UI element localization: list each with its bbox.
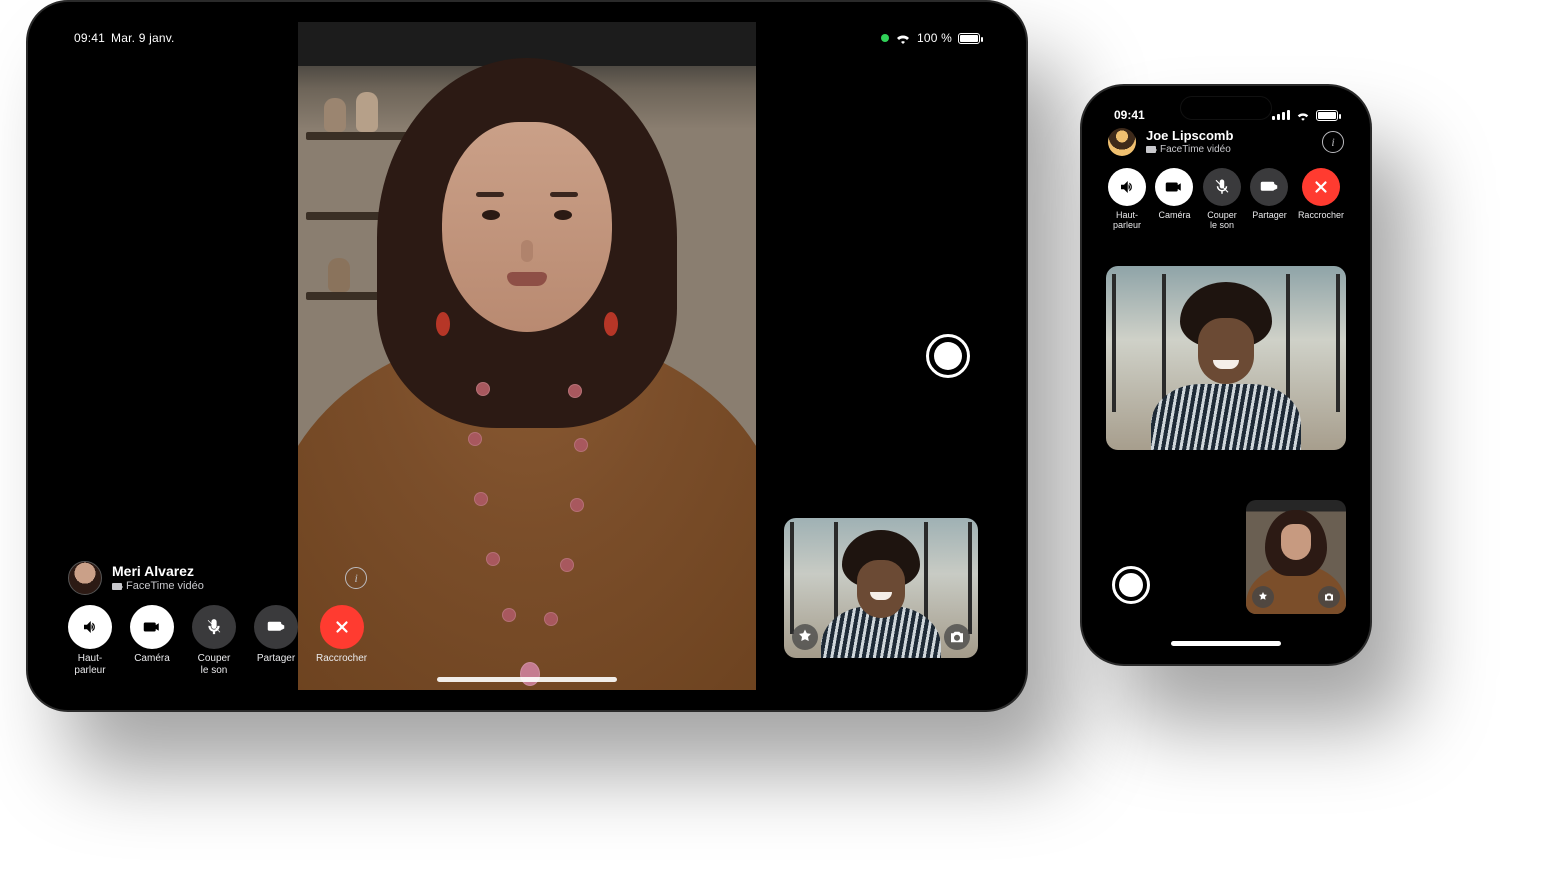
caller-name: Joe Lipscomb	[1146, 128, 1233, 144]
camera-label: Caméra	[1158, 210, 1190, 220]
battery-icon	[958, 33, 980, 44]
ipad-battery-text: 100 %	[917, 31, 952, 45]
share-label: Partager	[257, 653, 295, 665]
caller-avatar	[1108, 128, 1136, 156]
speaker-button[interactable]: Haut- parleur	[1108, 168, 1146, 231]
speaker-label: Haut- parleur	[74, 653, 105, 676]
mute-button[interactable]: Couper le son	[192, 605, 236, 676]
live-photo-button[interactable]	[926, 334, 970, 378]
mute-label: Couper le son	[1207, 210, 1237, 231]
ipad-screen: 09:41 Mar. 9 janv. 100 %	[48, 22, 1006, 690]
battery-icon	[1316, 110, 1338, 121]
end-call-button[interactable]: Raccrocher	[316, 605, 367, 676]
self-view-pip[interactable]	[1246, 500, 1346, 614]
wifi-icon	[895, 32, 911, 44]
camera-button[interactable]: Caméra	[130, 605, 174, 676]
video-icon	[112, 583, 122, 590]
self-view-pip[interactable]	[784, 518, 978, 658]
end-call-button[interactable]: Raccrocher	[1298, 168, 1344, 231]
speaker-button[interactable]: Haut- parleur	[68, 605, 112, 676]
caller-row: Joe Lipscomb FaceTime vidéo i	[1108, 128, 1344, 156]
cellular-icon	[1272, 110, 1290, 120]
iphone-status-time: 09:41	[1114, 108, 1145, 122]
share-button[interactable]: Partager	[1250, 168, 1288, 231]
end-call-label: Raccrocher	[316, 653, 367, 665]
mute-button[interactable]: Couper le son	[1203, 168, 1241, 231]
share-label: Partager	[1252, 210, 1287, 220]
end-call-label: Raccrocher	[1298, 210, 1344, 220]
flip-camera-button[interactable]	[944, 624, 970, 650]
home-indicator[interactable]	[437, 677, 617, 682]
remote-person	[1151, 282, 1301, 450]
home-indicator[interactable]	[1171, 641, 1281, 646]
caller-subtitle: FaceTime vidéo	[112, 580, 204, 593]
video-icon	[1146, 146, 1156, 153]
caller-avatar	[68, 561, 102, 595]
ipad-status-date: Mar. 9 janv.	[111, 31, 175, 45]
camera-button[interactable]: Caméra	[1155, 168, 1193, 231]
call-controls: Haut- parleur Caméra Couper le son	[1108, 166, 1344, 231]
speaker-label: Haut- parleur	[1113, 210, 1141, 231]
camera-active-dot-icon	[881, 34, 889, 42]
info-button[interactable]: i	[1322, 131, 1344, 153]
effects-button[interactable]	[1252, 586, 1274, 608]
ipad-status-time: 09:41	[74, 31, 105, 45]
iphone-screen: 09:41 Joe Lipscomb Fa	[1092, 96, 1360, 654]
caller-row: Meri Alvarez FaceTime vidéo i	[68, 561, 367, 595]
iphone-device: 09:41 Joe Lipscomb Fa	[1080, 84, 1372, 666]
wifi-icon	[1296, 110, 1310, 121]
live-photo-button[interactable]	[1112, 566, 1150, 604]
self-person	[821, 530, 941, 658]
stage: 09:41 Mar. 9 janv. 100 %	[0, 0, 1560, 876]
call-controls: Meri Alvarez FaceTime vidéo i Haut- parl…	[68, 561, 367, 676]
share-button[interactable]: Partager	[254, 605, 298, 676]
ipad-device: 09:41 Mar. 9 janv. 100 %	[26, 0, 1028, 712]
flip-camera-button[interactable]	[1318, 586, 1340, 608]
iphone-status-bar: 09:41	[1092, 102, 1360, 128]
effects-button[interactable]	[792, 624, 818, 650]
mute-label: Couper le son	[198, 653, 231, 676]
caller-subtitle: FaceTime vidéo	[1146, 144, 1233, 156]
caller-name: Meri Alvarez	[112, 563, 204, 580]
camera-label: Caméra	[134, 653, 170, 665]
remote-video	[1106, 266, 1346, 450]
info-button[interactable]: i	[345, 567, 367, 589]
